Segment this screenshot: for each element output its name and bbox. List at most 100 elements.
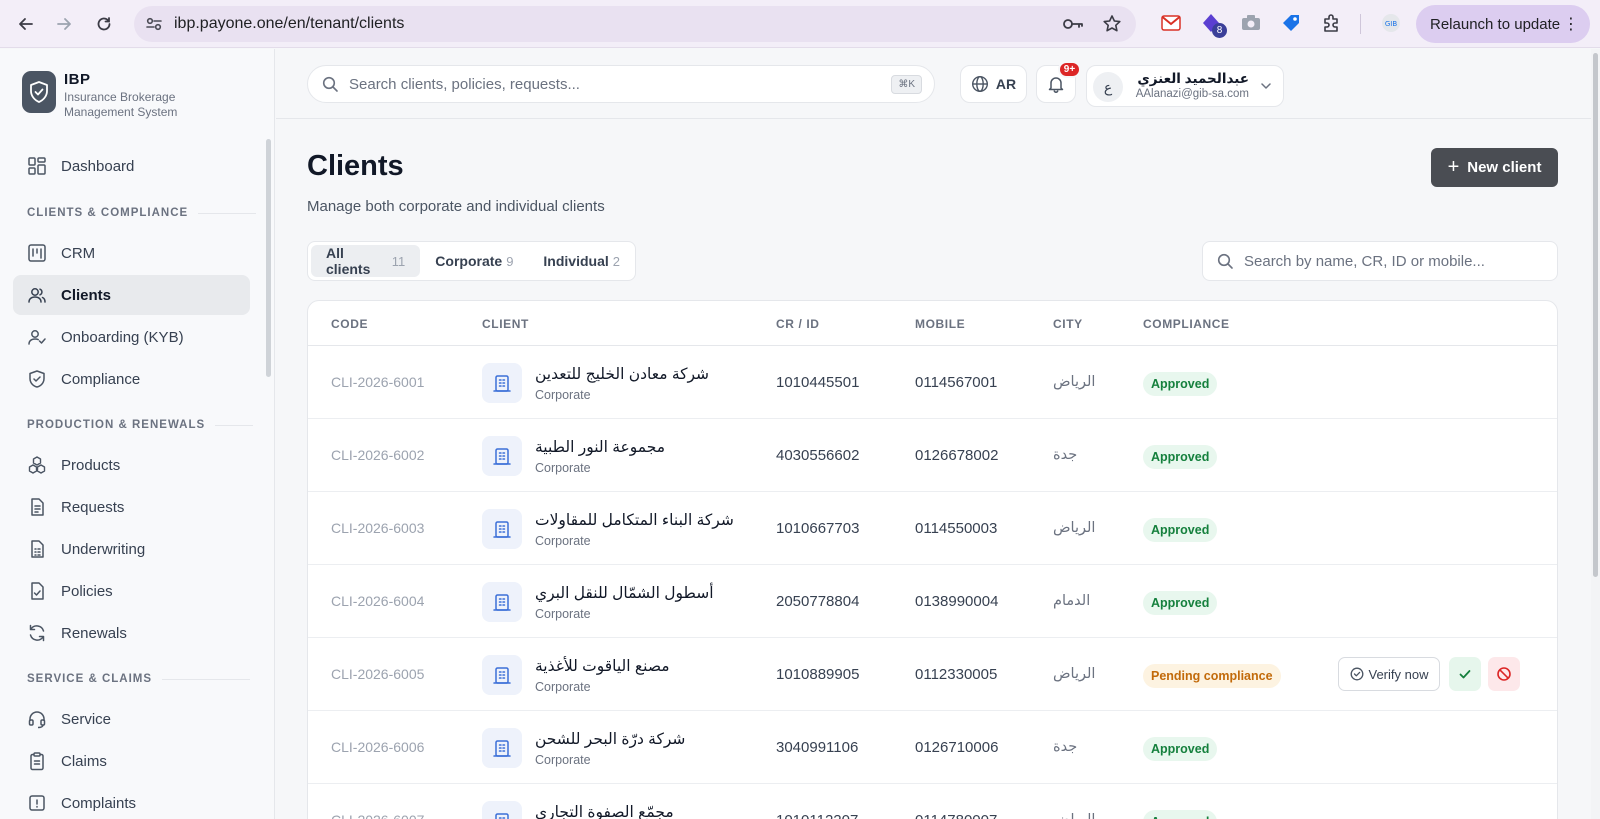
chevron-down-icon <box>1261 83 1271 89</box>
brand[interactable]: IBP Insurance Brokerage Management Syste… <box>22 71 194 120</box>
reload-icon[interactable] <box>90 10 118 38</box>
url-text[interactable]: ibp.payone.one/en/tenant/clients <box>174 15 404 33</box>
sidebar-item-label: CRM <box>61 244 96 262</box>
verify-now-button[interactable]: Verify now <box>1338 657 1440 691</box>
sidebar-item-dashboard[interactable]: Dashboard <box>13 146 250 186</box>
client-name[interactable]: مجمّع الصفوة التجاري <box>535 803 674 819</box>
client-name[interactable]: أسطول الشمّال للنقل البري <box>535 584 714 603</box>
client-name[interactable]: شركة درّة البحر للشحن <box>535 730 685 749</box>
tab-corporate[interactable]: Corporate 9 <box>420 245 528 277</box>
table-row[interactable]: CLI-2026-6006 شركة درّة البحر للشحن Corpor… <box>308 711 1557 784</box>
tab-all-clients[interactable]: All clients 11 <box>311 245 421 277</box>
table-row[interactable]: CLI-2026-6002 مجموعة النور الطبية Corporat… <box>308 419 1557 492</box>
client-code[interactable]: CLI-2026-6004 <box>331 593 424 609</box>
tab-count: 9 <box>506 253 514 269</box>
cr-id: 1010889905 <box>776 666 860 683</box>
approve-button[interactable] <box>1449 657 1481 691</box>
client-type-tabs: All clients 11 Corporate 9 Individual 2 <box>307 241 636 281</box>
building-icon <box>482 436 522 476</box>
table-row[interactable]: CLI-2026-6005 مصنع الياقوت للأغذية Corpora… <box>308 638 1557 711</box>
language-toggle-button[interactable]: AR <box>960 65 1027 103</box>
sidebar-item-policies[interactable]: Policies <box>13 571 250 611</box>
cr-id: 1010445501 <box>776 374 860 391</box>
client-name[interactable]: شركة معادن الخليج للتعدين <box>535 365 709 384</box>
sidebar-item-renewals[interactable]: Renewals <box>13 613 250 653</box>
profile-icon[interactable]: GIB <box>1380 12 1402 34</box>
more-menu-icon[interactable]: ⋮ <box>1563 14 1579 34</box>
client-code[interactable]: CLI-2026-6002 <box>331 447 424 463</box>
notification-count-badge: 9+ <box>1058 61 1081 78</box>
building-icon <box>482 363 522 403</box>
table-row[interactable]: CLI-2026-6007مجمّع الصفوة التجاريCorpora… <box>308 784 1557 819</box>
sidebar-item-complaints[interactable]: Complaints <box>13 783 250 819</box>
relaunch-label: Relaunch to update <box>1430 15 1561 33</box>
sidebar-item-compliance[interactable]: Compliance <box>13 359 250 399</box>
sidebar-item-products[interactable]: Products <box>13 445 250 485</box>
sidebar-item-requests[interactable]: Requests <box>13 487 250 527</box>
column-header-mobile[interactable]: MOBILE <box>915 317 965 331</box>
bookmark-star-icon[interactable] <box>1102 14 1122 34</box>
scrollbar-thumb[interactable] <box>1593 53 1598 577</box>
sidebar-item-label: Requests <box>61 498 125 516</box>
tab-individual[interactable]: Individual 2 <box>528 245 635 277</box>
user-name: عبدالحميد العنزي <box>1137 71 1249 86</box>
sidebar-item-service[interactable]: Service <box>13 699 250 739</box>
column-header-compliance[interactable]: COMPLIANCE <box>1143 317 1230 331</box>
column-header-client[interactable]: CLIENT <box>482 317 529 331</box>
address-bar[interactable]: ibp.payone.one/en/tenant/clients <box>134 6 1136 42</box>
sidebar-item-claims[interactable]: Claims <box>13 741 250 781</box>
status-badge: Approved <box>1143 445 1218 469</box>
client-code[interactable]: CLI-2026-6005 <box>331 666 424 682</box>
reject-button[interactable] <box>1488 657 1520 691</box>
page-title: Clients <box>307 150 404 182</box>
client-name[interactable]: شركة البناء المتكامل للمقاولات <box>535 511 734 530</box>
site-settings-icon[interactable] <box>144 14 164 34</box>
column-header-city[interactable]: CITY <box>1053 317 1083 331</box>
table-row[interactable]: CLI-2026-6001 شركة معادن الخليج للتعدين Co… <box>308 346 1557 419</box>
city: جدة <box>1053 447 1078 463</box>
extensions-puzzle-icon[interactable] <box>1320 12 1342 34</box>
search-placeholder: Search clients, policies, requests... <box>349 75 580 93</box>
camera-icon[interactable] <box>1240 12 1262 34</box>
client-name[interactable]: مصنع الياقوت للأغذية <box>535 657 670 676</box>
forward-icon[interactable] <box>50 10 78 38</box>
sidebar-item-clients[interactable]: Clients <box>13 275 250 315</box>
client-type: Corporate <box>535 753 591 767</box>
column-header-crid[interactable]: CR / ID <box>776 317 820 331</box>
client-code[interactable]: CLI-2026-6006 <box>331 739 424 755</box>
building-icon <box>482 582 522 622</box>
section-production-renewals: PRODUCTION & RENEWALS <box>27 419 254 431</box>
relaunch-button[interactable]: Relaunch to update ⋮ <box>1416 5 1590 43</box>
table-row[interactable]: CLI-2026-6003 شركة البناء المتكامل للمقاو… <box>308 492 1557 565</box>
page-subtitle: Manage both corporate and individual cli… <box>307 198 605 215</box>
sidebar-item-crm[interactable]: CRM <box>13 233 250 273</box>
mobile-number: 0114780007 <box>915 812 997 819</box>
tab-label: Corporate <box>435 253 503 269</box>
sidebar-item-label: Underwriting <box>61 540 146 558</box>
extension-diamond-icon[interactable]: 8 <box>1200 12 1227 38</box>
client-code[interactable]: CLI-2026-6001 <box>331 374 424 390</box>
global-search-input[interactable]: Search clients, policies, requests... ⌘K <box>307 65 935 103</box>
client-name[interactable]: مجموعة النور الطبية <box>535 438 665 457</box>
user-menu-button[interactable]: ع عبدالحميد العنزي AAlanazi@gib-sa.com <box>1086 65 1284 107</box>
sidebar-item-underwriting[interactable]: Underwriting <box>13 529 250 569</box>
page-scrollbar[interactable] <box>1591 49 1600 819</box>
avatar: ع <box>1093 72 1123 102</box>
cr-id: 1010667703 <box>776 520 860 537</box>
section-service-claims: SERVICE & CLAIMS <box>27 673 251 685</box>
user-check-icon <box>28 330 46 345</box>
shortcut-hint: ⌘K <box>891 75 922 94</box>
sidebar-scrollbar[interactable] <box>266 139 271 377</box>
client-code[interactable]: CLI-2026-6007 <box>331 812 424 819</box>
sidebar-item-onboarding[interactable]: Onboarding (KYB) <box>13 317 250 357</box>
new-client-button[interactable]: + New client <box>1431 148 1558 187</box>
gmail-icon[interactable] <box>1160 12 1182 34</box>
password-key-icon[interactable] <box>1062 14 1084 34</box>
tag-extension-icon[interactable] <box>1280 12 1302 34</box>
client-code[interactable]: CLI-2026-6003 <box>331 520 424 536</box>
table-row[interactable]: CLI-2026-6004 أسطول الشمّال للنقل البري Co… <box>308 565 1557 638</box>
client-search-input[interactable]: Search by name, CR, ID or mobile... <box>1202 241 1558 281</box>
back-icon[interactable] <box>12 10 40 38</box>
mobile-number: 0114550003 <box>915 520 998 537</box>
column-header-code[interactable]: CODE <box>331 317 368 331</box>
